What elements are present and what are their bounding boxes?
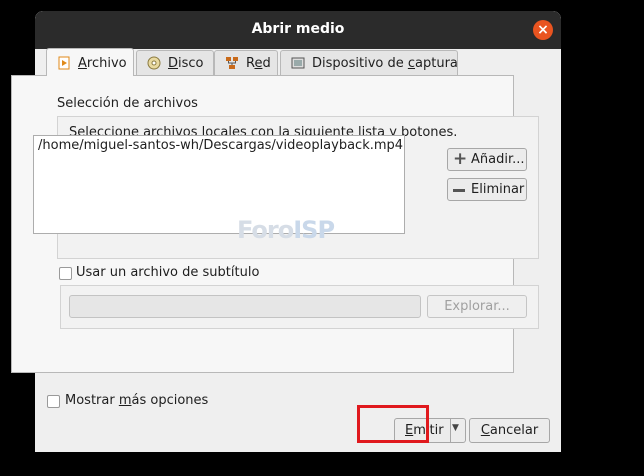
dialog-title: Abrir medio: [251, 21, 345, 37]
tab-label-red: Red: [246, 56, 271, 71]
network-icon: [226, 57, 238, 69]
disc-icon: [147, 56, 161, 70]
emit-highlight-box: [357, 405, 429, 443]
tab-disco[interactable]: Disco: [136, 50, 214, 75]
file-icon: [58, 56, 70, 70]
cancel-button-label: Cancelar: [480, 423, 539, 438]
file-list[interactable]: /home/miguel-santos-wh/Descargas/videopl…: [33, 135, 405, 234]
browse-button[interactable]: Explorar...: [427, 295, 527, 318]
subtitle-path-field[interactable]: [69, 295, 421, 318]
tab-label-dispositivo: Dispositivo de captura: [312, 56, 458, 71]
add-button-label: Añadir...: [471, 152, 525, 167]
foroisp-watermark: ForoISP: [237, 216, 335, 244]
chevron-down-icon[interactable]: ▼: [452, 423, 459, 433]
capture-device-icon: [291, 57, 305, 69]
more-options-label: Mostrar más opciones: [65, 393, 209, 408]
remove-button-label: Eliminar: [471, 182, 525, 197]
title-bar[interactable]: Abrir medio ×: [35, 11, 561, 49]
cancel-button[interactable]: Cancelar: [469, 418, 550, 443]
tab-label-disco: Disco: [168, 56, 204, 71]
plus-icon: +: [453, 149, 468, 169]
tab-archivo[interactable]: Archivo: [46, 48, 134, 76]
close-icon[interactable]: ×: [533, 20, 553, 40]
emit-split-divider: [450, 419, 451, 442]
subtitle-checkbox-label: Usar un archivo de subtítulo: [76, 265, 260, 280]
tab-label-archivo: Archivo: [78, 56, 127, 71]
file-selection-group-label: Selección de archivos: [57, 96, 198, 111]
add-button[interactable]: + Añadir...: [447, 148, 527, 171]
remove-button[interactable]: Eliminar: [447, 178, 527, 201]
list-item[interactable]: /home/miguel-santos-wh/Descargas/videopl…: [38, 138, 403, 153]
tab-dispositivo-captura[interactable]: Dispositivo de captura: [280, 50, 458, 75]
tab-red[interactable]: Red: [214, 50, 278, 75]
browse-button-label: Explorar...: [444, 299, 510, 314]
subtitle-checkbox[interactable]: [59, 267, 72, 280]
more-options-checkbox[interactable]: [47, 395, 60, 408]
minus-icon: [453, 189, 465, 192]
